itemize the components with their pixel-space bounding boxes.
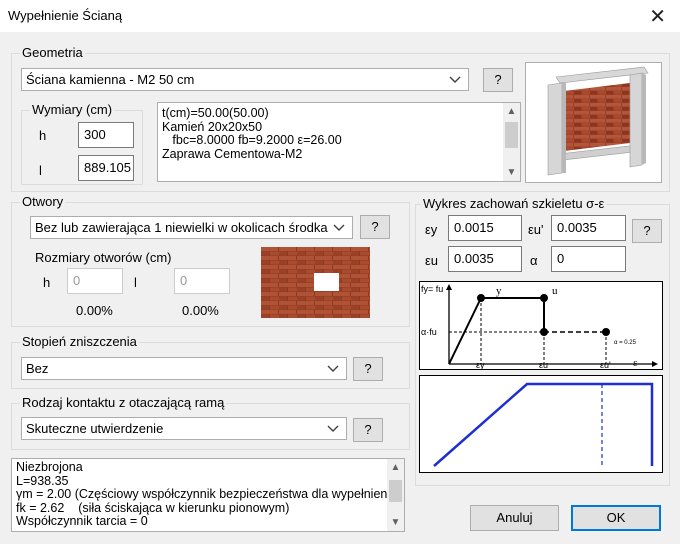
- summary-box[interactable]: Niezbrojona L=938.35 γm = 2.00 (Częściowy …: [11, 458, 405, 532]
- stress-strain-help-button[interactable]: ?: [632, 219, 662, 243]
- ey-input[interactable]: 0.0015: [448, 215, 522, 241]
- eu-label: εu: [425, 253, 439, 268]
- contact-select[interactable]: Skuteczne utwierdzenie: [21, 417, 347, 440]
- wall-opening-illustration: [261, 247, 370, 318]
- diagram-fy-label: fy= fu: [421, 284, 443, 294]
- diagram-u-point-label: u: [552, 285, 558, 297]
- window-title: Wypełnienie Ścianą: [8, 8, 123, 23]
- scroll-down-icon[interactable]: ▼: [387, 514, 404, 531]
- info-line: fbc=8.0000 fb=9.2000 ε=26.00: [162, 133, 342, 147]
- opening-height-percent: 0.00%: [76, 303, 113, 318]
- material-info-box[interactable]: t(cm)=50.00(50.00) Kamień 20x20x50 fbc=8.…: [157, 102, 521, 182]
- opening-sizes-label: Rozmiary otworów (cm): [35, 250, 172, 265]
- diagram-x-axis-label: ε: [633, 357, 638, 369]
- scroll-thumb[interactable]: [505, 122, 518, 148]
- residual-point: [540, 328, 548, 336]
- wall-illustration: [547, 66, 649, 176]
- material-help-button[interactable]: ?: [483, 68, 513, 92]
- summary-line: Współczynnik tarcia = 0: [16, 514, 148, 528]
- yield-point: [477, 294, 485, 302]
- opening-height-input[interactable]: 0: [67, 268, 123, 294]
- length-label: l: [39, 163, 42, 178]
- contact-help-button[interactable]: ?: [353, 418, 383, 442]
- stress-strain-plot: [419, 375, 663, 473]
- diagram-alpha-note: α = 0.25: [614, 340, 637, 346]
- eu-prime-input[interactable]: 0.0035: [551, 215, 626, 241]
- stress-strain-legend: Wykres zachowań szkieletu σ-ε: [421, 196, 607, 211]
- diagram-eu-tick: εu: [539, 360, 548, 369]
- chevron-down-icon: [332, 220, 346, 234]
- diagram-alpha-fu-label: α·fu: [421, 327, 437, 337]
- damage-legend: Stopień zniszczenia: [20, 334, 139, 349]
- scroll-up-icon[interactable]: ▲: [387, 459, 404, 476]
- opening-length-label: l: [134, 275, 137, 290]
- openings-select[interactable]: Bez lub zawierająca 1 niewielki w okolic…: [30, 216, 353, 239]
- damage-select[interactable]: Bez: [21, 357, 347, 380]
- schematic-svg: fy= fu α·fu y u εy εu εu' ε α = 0.25: [421, 284, 658, 370]
- chevron-down-icon: [327, 365, 339, 372]
- strain-curve: [433, 382, 654, 467]
- chevron-down-icon: [327, 425, 339, 432]
- openings-help-button[interactable]: ?: [360, 215, 390, 239]
- info-line: Kamień 20x20x50: [162, 119, 263, 134]
- diagram-ey-tick: εy: [476, 360, 485, 369]
- opening-length-percent: 0.00%: [182, 303, 219, 318]
- eu-prime-label: εu': [528, 222, 544, 237]
- length-input[interactable]: 889.105: [78, 155, 134, 181]
- wall-preview-image: [525, 62, 662, 183]
- damage-help-button[interactable]: ?: [353, 357, 383, 381]
- damage-select-value: Bez: [26, 361, 49, 376]
- height-label: h: [39, 128, 47, 143]
- opening-height-label: h: [43, 275, 51, 290]
- openings-select-value: Bez lub zawierająca 1 niewielki w okolic…: [35, 220, 328, 235]
- scroll-up-icon[interactable]: ▲: [503, 103, 520, 120]
- info-line: Zaprawa Cementowa-M2: [162, 146, 303, 161]
- contact-select-value: Skuteczne utwierdzenie: [26, 421, 164, 436]
- summary-line: fk = 2.62 (siła ściskająca w kierunku pi…: [16, 500, 290, 515]
- scroll-thumb[interactable]: [389, 480, 402, 502]
- height-input[interactable]: 300: [78, 122, 134, 148]
- diagram-y-point-label: y: [496, 285, 502, 297]
- alpha-input[interactable]: 0: [551, 246, 626, 272]
- close-icon[interactable]: ✕: [649, 4, 666, 29]
- chevron-down-icon: [449, 76, 461, 83]
- plot-svg: [433, 382, 654, 467]
- title-bar: Wypełnienie Ścianą ✕: [0, 0, 680, 32]
- openings-legend: Otwory: [20, 194, 66, 209]
- summary-line: Niezbrojona: [16, 460, 83, 474]
- contact-legend: Rodzaj kontaktu z otaczającą ramą: [20, 395, 227, 410]
- stress-strain-schematic: fy= fu α·fu y u εy εu εu' ε α = 0.25: [419, 281, 663, 370]
- summary-scrollbar[interactable]: ▲ ▼: [387, 459, 404, 531]
- ey-label: εy: [425, 222, 438, 237]
- info-line: t(cm)=50.00(50.00): [162, 106, 269, 120]
- opening-length-input[interactable]: 0: [174, 268, 230, 294]
- alpha-label: α: [530, 253, 538, 268]
- geometry-legend: Geometria: [20, 45, 85, 60]
- cancel-button[interactable]: Anuluj: [470, 505, 559, 531]
- summary-line: γm = 2.00 (Częściowy współczynnik bezpie…: [16, 487, 402, 501]
- material-select-value: Ściana kamienna - M2 50 cm: [26, 72, 195, 87]
- dimensions-legend: Wymiary (cm): [30, 102, 115, 117]
- ok-button[interactable]: OK: [571, 505, 661, 531]
- scroll-down-icon[interactable]: ▼: [503, 164, 520, 181]
- material-select[interactable]: Ściana kamienna - M2 50 cm: [21, 68, 469, 91]
- info-scrollbar[interactable]: ▲ ▼: [503, 103, 520, 181]
- eu-input[interactable]: 0.0035: [448, 246, 522, 272]
- end-point: [602, 328, 610, 336]
- ultimate-point: [540, 294, 548, 302]
- diagram-eu-prime-tick: εu': [600, 360, 611, 369]
- summary-line: L=938.35: [16, 473, 69, 488]
- opening-preview-image: [261, 247, 370, 318]
